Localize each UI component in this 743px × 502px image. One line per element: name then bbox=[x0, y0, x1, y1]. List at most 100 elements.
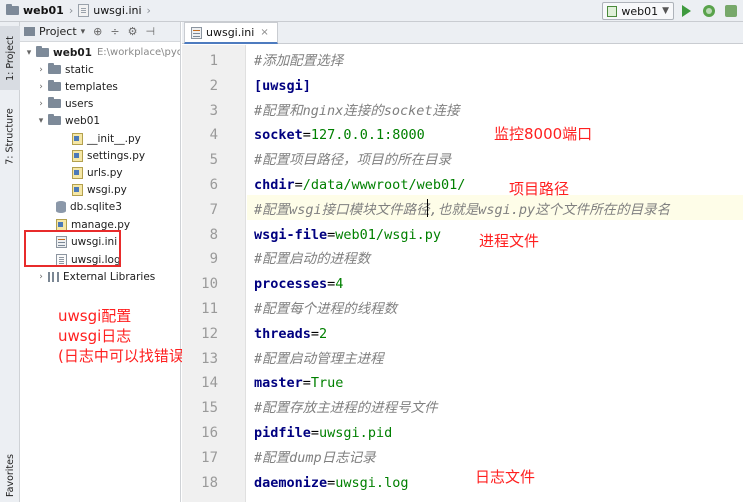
run-toolbar: web01 ▼ bbox=[602, 0, 743, 22]
breadcrumb-project[interactable]: web01 bbox=[23, 4, 64, 17]
python-file-icon bbox=[72, 149, 83, 162]
code-value: 127.0.0.1:8000 bbox=[310, 127, 425, 144]
collapse-icon[interactable]: ÷ bbox=[110, 25, 119, 38]
line-number: 10 bbox=[201, 276, 218, 293]
annotation-log-file: 日志文件 bbox=[475, 468, 536, 486]
code-line: daemonize=uwsgi.log bbox=[254, 471, 408, 496]
chevron-down-icon[interactable]: ▾ bbox=[36, 116, 46, 126]
code-key: master bbox=[254, 375, 303, 392]
text-caret bbox=[427, 199, 428, 217]
line-number: 2 bbox=[209, 77, 218, 94]
chevron-right-icon[interactable]: › bbox=[36, 65, 46, 75]
code-line: processes=4 bbox=[254, 272, 343, 297]
code-line: #配置wsgi接口模块文件路径,也就是wsgi.py这个文件所在的目录名 bbox=[254, 198, 670, 223]
code-line: wsgi-file=web01/wsgi.py bbox=[254, 223, 441, 248]
tree-item-web01-root[interactable]: ▾ web01 E:\workplace\pycha bbox=[24, 44, 180, 61]
annotation-uwsgi-config: uwsgi配置 bbox=[58, 307, 132, 325]
line-number: 1 bbox=[209, 53, 218, 69]
code-comment: #配置存放主进程的进程号文件 bbox=[254, 400, 438, 417]
code-key: processes bbox=[254, 276, 328, 293]
ini-file-icon bbox=[191, 26, 202, 39]
code-equals: = bbox=[310, 325, 320, 342]
tree-item-label: urls.py bbox=[87, 166, 123, 179]
code-line: [uwsgi] bbox=[254, 74, 311, 99]
code-comment: #配置启动管理主进程 bbox=[254, 350, 384, 367]
code-editor[interactable]: #添加配置选择 [uwsgi] #配置和nginx连接的socket连接 socket… bbox=[247, 45, 743, 502]
tool-tab-structure[interactable]: 7: Structure bbox=[0, 96, 20, 176]
line-number: 14 bbox=[201, 375, 218, 392]
tree-item-templates[interactable]: › templates bbox=[36, 78, 118, 95]
annotation-port: 监控8000端口 bbox=[494, 125, 593, 143]
ini-file-icon bbox=[78, 4, 90, 17]
code-comment: #配置wsgi接口模块文件路径,也就是wsgi.py这个文件所在的目录名 bbox=[254, 201, 671, 218]
tree-item-label: db.sqlite3 bbox=[70, 200, 122, 213]
tree-item-external-libraries[interactable]: › External Libraries bbox=[36, 268, 155, 285]
code-line: threads=2 bbox=[254, 322, 327, 347]
run-config-select[interactable]: web01 ▼ bbox=[602, 2, 674, 20]
code-comment: #配置启动的进程数 bbox=[254, 251, 371, 268]
code-value: 4 bbox=[335, 276, 344, 293]
breadcrumb: web01 › uwsgi.ini › bbox=[0, 0, 156, 22]
library-icon bbox=[48, 271, 59, 282]
tree-item-label: settings.py bbox=[87, 149, 146, 162]
tree-item-web01[interactable]: ▾ web01 bbox=[36, 112, 100, 129]
code-line: #配置启动管理主进程 bbox=[254, 347, 384, 372]
code-key: chdir bbox=[254, 177, 295, 193]
tree-item-label: users bbox=[65, 97, 94, 110]
line-number: 13 bbox=[201, 350, 218, 367]
chevron-right-icon: › bbox=[68, 4, 74, 17]
breadcrumb-file[interactable]: uwsgi.ini bbox=[93, 4, 141, 17]
code-equals: = bbox=[302, 127, 311, 144]
editor-tab-bar: uwsgi.ini × bbox=[182, 22, 743, 44]
annotation-log-errors: (日志中可以找错误) bbox=[58, 347, 190, 365]
line-number: 7 bbox=[209, 201, 218, 218]
code-equals: = bbox=[310, 425, 320, 441]
folder-icon bbox=[48, 63, 61, 74]
annotation-project-path: 项目路径 bbox=[509, 180, 570, 198]
chevron-right-icon[interactable]: › bbox=[36, 99, 46, 109]
line-number: 12 bbox=[201, 325, 218, 342]
run-button[interactable] bbox=[682, 5, 691, 17]
project-panel-header: Project ▾ ⊕ ÷ ⚙ ⊣ bbox=[20, 22, 180, 42]
tree-item-users[interactable]: › users bbox=[36, 95, 93, 112]
code-value: uwsgi.log bbox=[335, 474, 409, 491]
close-icon[interactable]: × bbox=[260, 27, 268, 38]
folder-icon bbox=[48, 114, 61, 125]
code-line: chdir=/data/wwwroot/web01/ bbox=[254, 173, 465, 198]
tree-item-label: web01 bbox=[53, 46, 92, 59]
left-tool-strip: 1: Project 7: Structure Favorites bbox=[0, 22, 20, 502]
folder-icon bbox=[48, 97, 61, 108]
code-line: #配置和nginx连接的socket连接 bbox=[254, 99, 460, 124]
python-file-icon bbox=[72, 166, 83, 179]
tree-item-label: static bbox=[65, 63, 94, 76]
line-number: 8 bbox=[209, 226, 218, 243]
line-number: 11 bbox=[201, 301, 218, 317]
hide-icon[interactable]: ⊣ bbox=[145, 25, 155, 38]
tree-item-label: __init__.py bbox=[87, 132, 141, 145]
tool-tab-structure-label: 7: Structure bbox=[4, 107, 16, 165]
tree-item-db-sqlite3[interactable]: db.sqlite3 bbox=[56, 198, 122, 215]
chevron-down-icon[interactable]: ▾ bbox=[81, 27, 86, 37]
project-view-select[interactable]: Project bbox=[39, 25, 77, 38]
line-number: 17 bbox=[201, 449, 218, 466]
tab-uwsgi-ini[interactable]: uwsgi.ini × bbox=[184, 22, 278, 44]
highlight-box bbox=[24, 230, 121, 267]
coverage-button[interactable] bbox=[725, 5, 737, 17]
tree-item-settings-py[interactable]: settings.py bbox=[72, 147, 145, 164]
debug-button[interactable] bbox=[703, 5, 715, 17]
tree-item-wsgi-py[interactable]: wsgi.py bbox=[72, 181, 127, 198]
tool-tab-project[interactable]: 1: Project bbox=[0, 26, 20, 90]
code-value: 2 bbox=[319, 325, 328, 342]
chevron-right-icon[interactable]: › bbox=[36, 272, 46, 282]
chevron-right-icon[interactable]: › bbox=[36, 82, 46, 92]
sync-icon[interactable]: ⊕ bbox=[93, 25, 102, 38]
tree-item-urls-py[interactable]: urls.py bbox=[72, 164, 123, 181]
tree-item-static[interactable]: › static bbox=[36, 61, 94, 78]
chevron-down-icon[interactable]: ▾ bbox=[24, 48, 34, 58]
annotation-process-file: 进程文件 bbox=[479, 232, 540, 250]
code-key: socket bbox=[254, 127, 303, 144]
tree-item-label: manage.py bbox=[71, 218, 131, 231]
tool-tab-favorites[interactable]: Favorites bbox=[0, 450, 20, 500]
tree-item-init-py[interactable]: __init__.py bbox=[72, 130, 141, 147]
gear-icon[interactable]: ⚙ bbox=[128, 25, 138, 38]
